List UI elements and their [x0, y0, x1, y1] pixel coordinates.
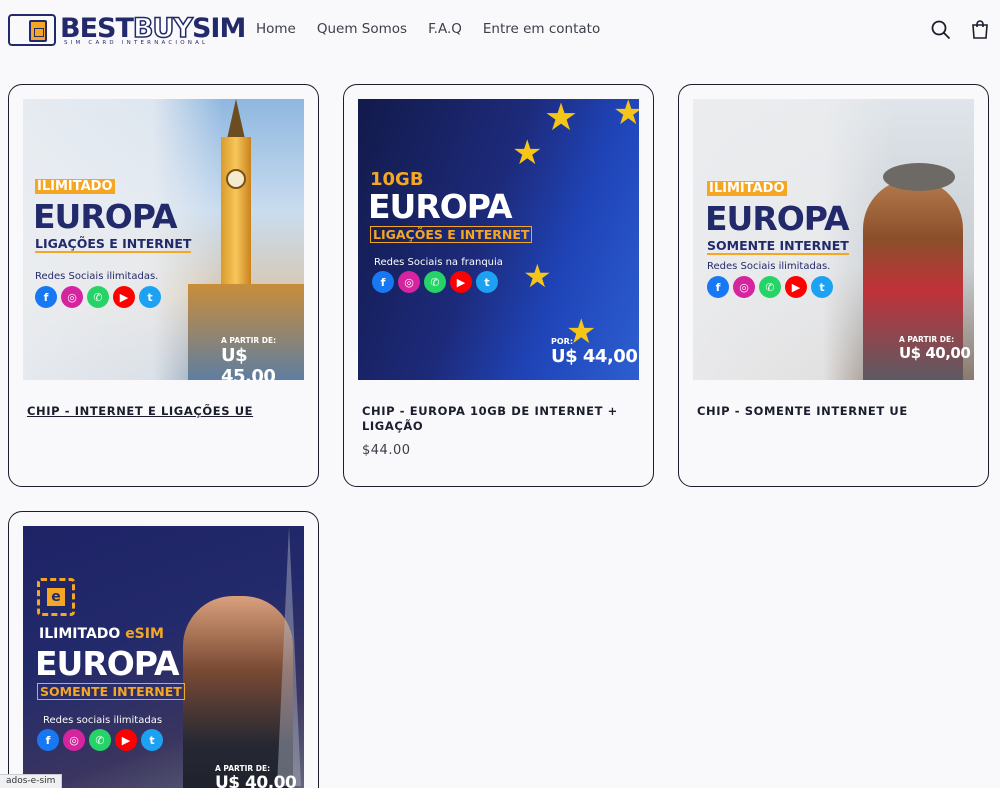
promo-subtitle: LIGAÇÕES E INTERNET [370, 226, 533, 243]
promo-social-text: Redes sociais ilimitadas [43, 715, 163, 726]
eiffel-tower-illustration [277, 526, 301, 786]
promo-region: EUROPA [35, 644, 179, 683]
social-icons: f ◎ ✆ ▶ t [372, 271, 498, 293]
whatsapp-icon: ✆ [89, 729, 111, 751]
promo-social-text: Redes Sociais ilimitadas. [35, 271, 159, 282]
promo-subtitle: SOMENTE INTERNET [707, 238, 849, 255]
instagram-icon: ◎ [61, 286, 83, 308]
promo-price-label: A PARTIR DE: [221, 336, 277, 345]
promo-region: EUROPA [705, 199, 849, 238]
product-image[interactable]: ILIMITADO EUROPA LIGAÇÕES E INTERNET Red… [23, 99, 304, 380]
whatsapp-icon: ✆ [424, 271, 446, 293]
youtube-icon: ▶ [450, 271, 472, 293]
eu-star-icon: ★ [613, 99, 639, 133]
promo-tag-esim: eSIM [125, 626, 164, 642]
twitter-icon: t [811, 276, 833, 298]
product-card[interactable]: ILIMITADO EUROPA LIGAÇÕES E INTERNET Red… [8, 84, 319, 487]
nav-quem-somos[interactable]: Quem Somos [317, 21, 407, 37]
product-title[interactable]: CHIP - EUROPA 10GB DE INTERNET + LIGAÇÃO [362, 404, 632, 434]
promo-price-label: A PARTIR DE: [899, 335, 955, 344]
product-card[interactable]: ★ ★ ★ ★ ★ 10GB EUROPA LIGAÇÕES E INTERNE… [343, 84, 654, 487]
social-icons: f ◎ ✆ ▶ t [37, 729, 163, 751]
instagram-icon: ◎ [733, 276, 755, 298]
product-card[interactable]: ILIMITADO EUROPA SOMENTE INTERNET Redes … [678, 84, 989, 487]
nav-contato[interactable]: Entre em contato [483, 21, 600, 37]
promo-tag: ILIMITADO [39, 626, 121, 642]
nav-faq[interactable]: F.A.Q [428, 21, 462, 37]
brand-logo[interactable]: BESTBUYSIM SIM CARD INTERNACIONAL [8, 13, 246, 48]
promo-subtitle: SOMENTE INTERNET [37, 683, 185, 700]
youtube-icon: ▶ [785, 276, 807, 298]
promo-price: U$ 40,00 [215, 773, 297, 788]
browser-status-bar: ados-e-sim [0, 774, 63, 788]
whatsapp-icon: ✆ [759, 276, 781, 298]
promo-social-text: Redes Sociais ilimitadas. [707, 261, 831, 272]
promo-price: U$ 44,00 [551, 346, 638, 367]
eu-star-icon: ★ [523, 258, 552, 294]
whatsapp-icon: ✆ [87, 286, 109, 308]
instagram-icon: ◎ [63, 729, 85, 751]
eu-star-icon: ★ [544, 99, 579, 139]
twitter-icon: t [139, 286, 161, 308]
facebook-icon: f [37, 729, 59, 751]
facebook-icon: f [35, 286, 57, 308]
youtube-icon: ▶ [113, 286, 135, 308]
promo-region: EUROPA [368, 187, 512, 226]
promo-subtitle: LIGAÇÕES E INTERNET [35, 236, 192, 253]
product-image[interactable]: ILIMITADO EUROPA SOMENTE INTERNET Redes … [693, 99, 974, 380]
facebook-icon: f [372, 271, 394, 293]
product-image[interactable]: ★ ★ ★ ★ ★ 10GB EUROPA LIGAÇÕES E INTERNE… [358, 99, 639, 380]
social-icons: f ◎ ✆ ▶ t [707, 276, 833, 298]
facebook-icon: f [707, 276, 729, 298]
social-icons: f ◎ ✆ ▶ t [35, 286, 161, 308]
product-image[interactable]: e ILIMITADO eSIM EUROPA SOMENTE INTERNET… [23, 526, 304, 788]
promo-price-label: A PARTIR DE: [215, 764, 271, 773]
sim-card-logo-icon [8, 14, 56, 46]
promo-price: U$ 45,00 [221, 345, 276, 380]
youtube-icon: ▶ [115, 729, 137, 751]
promo-tag: ILIMITADO [707, 181, 787, 196]
promo-region: EUROPA [33, 197, 177, 236]
instagram-icon: ◎ [398, 271, 420, 293]
twitter-icon: t [141, 729, 163, 751]
eu-star-icon: ★ [512, 134, 543, 172]
promo-price: U$ 40,00 [899, 344, 971, 362]
twitter-icon: t [476, 271, 498, 293]
promo-tag: ILIMITADO [35, 179, 115, 194]
product-price: $44.00 [362, 443, 411, 458]
promo-social-text: Redes Sociais na franquia [374, 257, 503, 268]
logo-tagline: SIM CARD INTERNACIONAL [64, 40, 209, 46]
product-title[interactable]: CHIP - INTERNET E LIGAÇÕES UE [27, 404, 297, 419]
promo-tag-line: ILIMITADO eSIM [39, 626, 164, 642]
site-header: BESTBUYSIM SIM CARD INTERNACIONAL Home Q… [0, 0, 1000, 62]
search-icon[interactable] [929, 18, 953, 42]
promo-price-label: POR: [551, 337, 574, 346]
esim-chip-icon: e [37, 578, 75, 616]
nav-home[interactable]: Home [256, 21, 296, 37]
product-title[interactable]: CHIP - SOMENTE INTERNET UE [697, 404, 967, 419]
product-card[interactable]: e ILIMITADO eSIM EUROPA SOMENTE INTERNET… [8, 511, 319, 788]
cart-icon[interactable] [968, 18, 992, 42]
main-nav: Home Quem Somos F.A.Q Entre em contato [256, 21, 600, 37]
